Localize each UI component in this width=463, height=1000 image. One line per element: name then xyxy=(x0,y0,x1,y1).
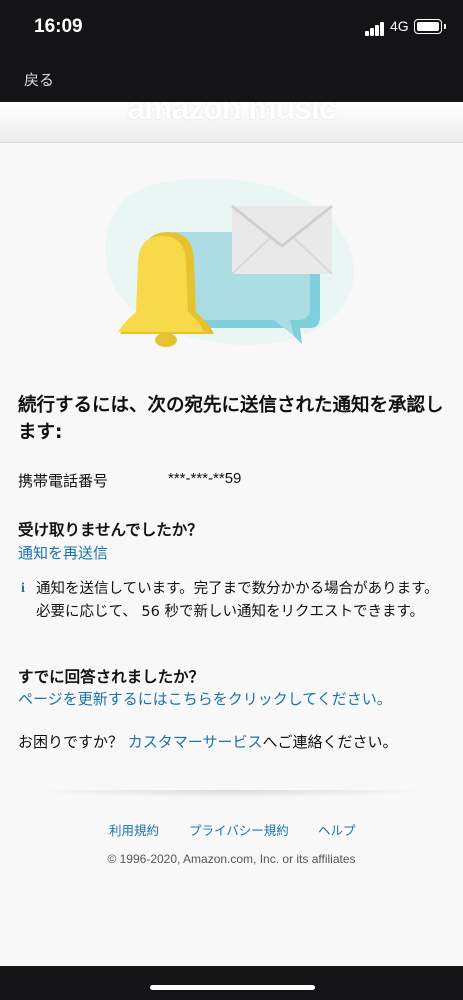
header-strip: amazon music xyxy=(0,102,463,143)
notification-illustration xyxy=(105,178,354,347)
privacy-link[interactable]: プライバシー規約 xyxy=(189,820,289,839)
info-message: 通知を送信しています。完了まで数分かかる場合があります。必要に応じて、 56 秒… xyxy=(36,581,439,620)
customer-service-link[interactable]: カスタマーサービス xyxy=(128,733,263,751)
help-prefix: お困りですか？ xyxy=(18,733,128,751)
home-indicator[interactable] xyxy=(150,985,315,990)
recipient-label: 携帯電話番号 xyxy=(18,472,109,490)
page-content: amazon music 続行するには、次の宛先に送信された通知を承認します: … xyxy=(0,102,463,966)
already-answered-heading: すでに回答されましたか？ xyxy=(18,668,205,686)
help-suffix: へご連絡ください。 xyxy=(262,733,398,751)
refresh-page-link[interactable]: ページを更新するにはこちらをクリックしてください。 xyxy=(18,688,392,709)
footer-links: 利用規約 プライバシー規約 ヘルプ xyxy=(0,820,463,840)
not-received-heading: 受け取りませんでしたか？ xyxy=(18,521,203,539)
help-link[interactable]: ヘルプ xyxy=(318,820,356,839)
amazon-music-logo: amazon music xyxy=(127,102,337,126)
status-time: 16:09 xyxy=(34,16,83,37)
copyright-text: © 1996-2020, Amazon.com, Inc. or its aff… xyxy=(107,852,356,866)
status-bar: 16:09 4G xyxy=(0,0,463,56)
terms-link[interactable]: 利用規約 xyxy=(109,820,159,839)
bottom-bar xyxy=(0,966,463,1000)
back-button[interactable]: 戻る xyxy=(24,69,54,90)
help-text: お困りですか？ カスタマーサービスへご連絡ください。 xyxy=(18,731,398,752)
signal-icon xyxy=(365,22,387,36)
resend-notification-link[interactable]: 通知を再送信 xyxy=(18,542,108,563)
nav-bar: 戻る xyxy=(0,56,463,102)
footer-divider xyxy=(30,790,433,798)
recipient-value: ***-***-**59 xyxy=(168,470,242,487)
instruction-heading: 続行するには、次の宛先に送信された通知を承認します: xyxy=(18,395,444,443)
network-type: 4G xyxy=(390,18,409,34)
info-icon: i xyxy=(21,581,25,596)
battery-icon xyxy=(414,19,446,34)
